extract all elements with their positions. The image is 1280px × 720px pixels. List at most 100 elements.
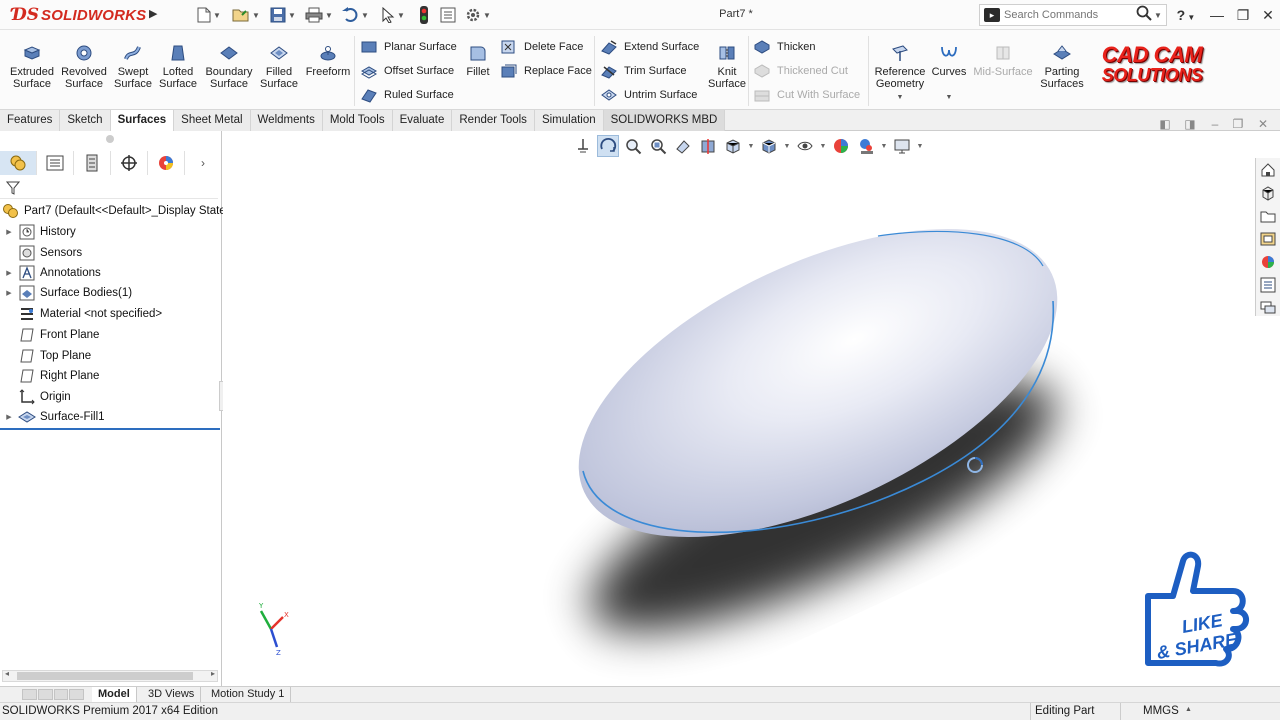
tab-solidworks-mbd[interactable]: SOLIDWORKS MBD xyxy=(603,110,726,131)
help-button[interactable]: ? ▼ xyxy=(1172,5,1200,25)
scrollbar-thumb[interactable] xyxy=(17,672,193,680)
scroll-left-icon[interactable]: ◂ xyxy=(5,669,9,678)
cut-with-surface-button[interactable]: Cut With Surface xyxy=(753,85,860,105)
edit-appearance-icon[interactable] xyxy=(830,135,852,157)
feature-tree-filter[interactable] xyxy=(0,177,218,199)
solidworks-logo[interactable]: ƊS SOLIDWORKS xyxy=(12,5,146,25)
search-dropdown-icon[interactable]: ▼ xyxy=(1154,11,1162,20)
fillet-button[interactable]: Fillet xyxy=(460,40,496,102)
restore-icon[interactable]: ❐ xyxy=(1232,5,1254,25)
expand-arrow-icon[interactable]: ▶ xyxy=(4,269,14,277)
panel-tabs-scroll-right-icon[interactable]: › xyxy=(185,156,221,170)
scene-menu-arrow-icon[interactable]: ▼ xyxy=(880,143,888,150)
file-explorer-icon[interactable] xyxy=(1257,205,1279,227)
hide-show-menu-arrow-icon[interactable]: ▼ xyxy=(819,143,827,150)
tab-simulation[interactable]: Simulation xyxy=(534,110,604,131)
tree-item-surface-fill1[interactable]: ▶ Surface-Fill1 xyxy=(0,407,104,427)
custom-properties-icon[interactable] xyxy=(1257,274,1279,296)
document-close-icon[interactable]: ✕ xyxy=(1253,117,1273,133)
tree-item-top-plane[interactable]: Top Plane xyxy=(0,346,91,366)
tab-sketch[interactable]: Sketch xyxy=(60,110,111,131)
units-selector[interactable]: MMGS xyxy=(1143,705,1179,717)
document-minimize-icon[interactable]: – xyxy=(1205,117,1225,133)
tab-mold-tools[interactable]: Mold Tools xyxy=(322,110,393,131)
tree-item-front-plane[interactable]: Front Plane xyxy=(0,325,99,345)
expand-arrow-icon[interactable]: ▶ xyxy=(4,413,14,421)
tab-weldments[interactable]: Weldments xyxy=(250,110,323,131)
delete-face-button[interactable]: Delete Face xyxy=(500,37,583,57)
tab-3d-views[interactable]: 3D Views xyxy=(142,687,202,702)
print-icon[interactable]: ▼ xyxy=(302,5,336,25)
search-input[interactable] xyxy=(1004,9,1134,21)
thicken-button[interactable]: Thicken xyxy=(753,37,816,57)
minimize-icon[interactable]: — xyxy=(1206,5,1228,25)
previous-view-icon[interactable] xyxy=(672,135,694,157)
view-palette-icon[interactable] xyxy=(1257,228,1279,250)
apply-scene-icon[interactable] xyxy=(855,135,877,157)
reference-dropdown-icon[interactable]: ▼ xyxy=(872,92,928,104)
last-tab-icon[interactable] xyxy=(69,689,84,700)
tab-scroll-arrows[interactable] xyxy=(22,689,84,700)
tab-evaluate[interactable]: Evaluate xyxy=(392,110,453,131)
rotate-view-icon[interactable] xyxy=(597,135,619,157)
next-tab-icon[interactable] xyxy=(53,689,69,700)
view-orientation-dropdown-icon[interactable] xyxy=(572,135,594,157)
section-view-icon[interactable] xyxy=(697,135,719,157)
tree-item-surface-bodies[interactable]: ▶ Surface Bodies(1) xyxy=(0,283,132,303)
filter-icon[interactable] xyxy=(6,181,20,195)
zoom-to-fit-icon[interactable] xyxy=(622,135,644,157)
tree-item-right-plane[interactable]: Right Plane xyxy=(0,366,99,386)
document-tile-right-icon[interactable]: ◨ xyxy=(1180,117,1200,133)
zoom-to-area-icon[interactable] xyxy=(647,135,669,157)
extruded-surface-button[interactable]: Extruded Surface xyxy=(3,40,61,102)
curves-dropdown-icon[interactable]: ▼ xyxy=(928,92,970,104)
file-properties-icon[interactable] xyxy=(437,5,459,25)
close-icon[interactable]: ✕ xyxy=(1257,5,1279,25)
display-manager-tab-icon[interactable] xyxy=(148,151,185,175)
offset-surface-button[interactable]: Offset Surface xyxy=(360,61,454,81)
curves-button[interactable]: Curves ▼ xyxy=(928,40,970,102)
parting-surfaces-button[interactable]: Parting Surfaces xyxy=(1034,40,1090,102)
tree-item-material[interactable]: Material <not specified> xyxy=(0,304,162,324)
search-icon[interactable] xyxy=(1136,5,1152,25)
view-orientation-icon[interactable] xyxy=(722,135,744,157)
tab-motion-study-1[interactable]: Motion Study 1 xyxy=(205,687,292,702)
tab-model[interactable]: Model xyxy=(92,687,137,702)
reference-geometry-button[interactable]: Reference Geometry ▼ xyxy=(872,40,928,102)
solidworks-resources-icon[interactable] xyxy=(1257,159,1279,181)
search-commands-box[interactable]: ▸ ▼ xyxy=(979,4,1167,26)
select-arrow-icon[interactable]: ▼ xyxy=(377,5,409,25)
document-tile-left-icon[interactable]: ◧ xyxy=(1155,117,1175,133)
rebuild-icon[interactable] xyxy=(415,5,433,25)
new-document-icon[interactable]: ▼ xyxy=(194,5,224,25)
save-icon[interactable]: ▼ xyxy=(266,5,300,25)
tree-item-annotations[interactable]: ▶ Annotations xyxy=(0,263,101,283)
configuration-manager-tab-icon[interactable] xyxy=(74,151,111,175)
planar-surface-button[interactable]: Planar Surface xyxy=(360,37,457,57)
knit-surface-button[interactable]: Knit Surface xyxy=(703,40,751,102)
freeform-button[interactable]: Freeform xyxy=(299,40,357,102)
expand-menu-arrow-icon[interactable]: ▶ xyxy=(149,7,161,23)
expand-arrow-icon[interactable]: ▶ xyxy=(4,228,14,236)
display-style-icon[interactable] xyxy=(758,135,780,157)
tab-features[interactable]: Features xyxy=(0,110,61,131)
untrim-surface-button[interactable]: Untrim Surface xyxy=(600,85,697,105)
ruled-surface-button[interactable]: Ruled Surface xyxy=(360,85,454,105)
view-settings-menu-arrow-icon[interactable]: ▼ xyxy=(916,143,924,150)
view-settings-icon[interactable] xyxy=(891,135,913,157)
first-tab-icon[interactable] xyxy=(22,689,37,700)
scroll-right-icon[interactable]: ▸ xyxy=(211,669,215,678)
panel-horizontal-scrollbar[interactable]: ◂ ▸ xyxy=(2,669,218,682)
feature-manager-tab-icon[interactable] xyxy=(0,151,37,175)
undo-icon[interactable]: ▼ xyxy=(338,5,372,25)
replace-face-button[interactable]: Replace Face xyxy=(500,61,592,81)
forum-icon[interactable] xyxy=(1257,297,1279,319)
thickened-cut-button[interactable]: Thickened Cut xyxy=(753,61,848,81)
design-library-icon[interactable] xyxy=(1257,182,1279,204)
document-restore-icon[interactable]: ❐ xyxy=(1228,117,1248,133)
expand-arrow-icon[interactable]: ▶ xyxy=(4,289,14,297)
appearances-scenes-icon[interactable] xyxy=(1257,251,1279,273)
property-manager-tab-icon[interactable] xyxy=(37,151,74,175)
tree-item-sensors[interactable]: Sensors xyxy=(0,243,82,263)
open-folder-icon[interactable]: ▼ xyxy=(229,5,263,25)
